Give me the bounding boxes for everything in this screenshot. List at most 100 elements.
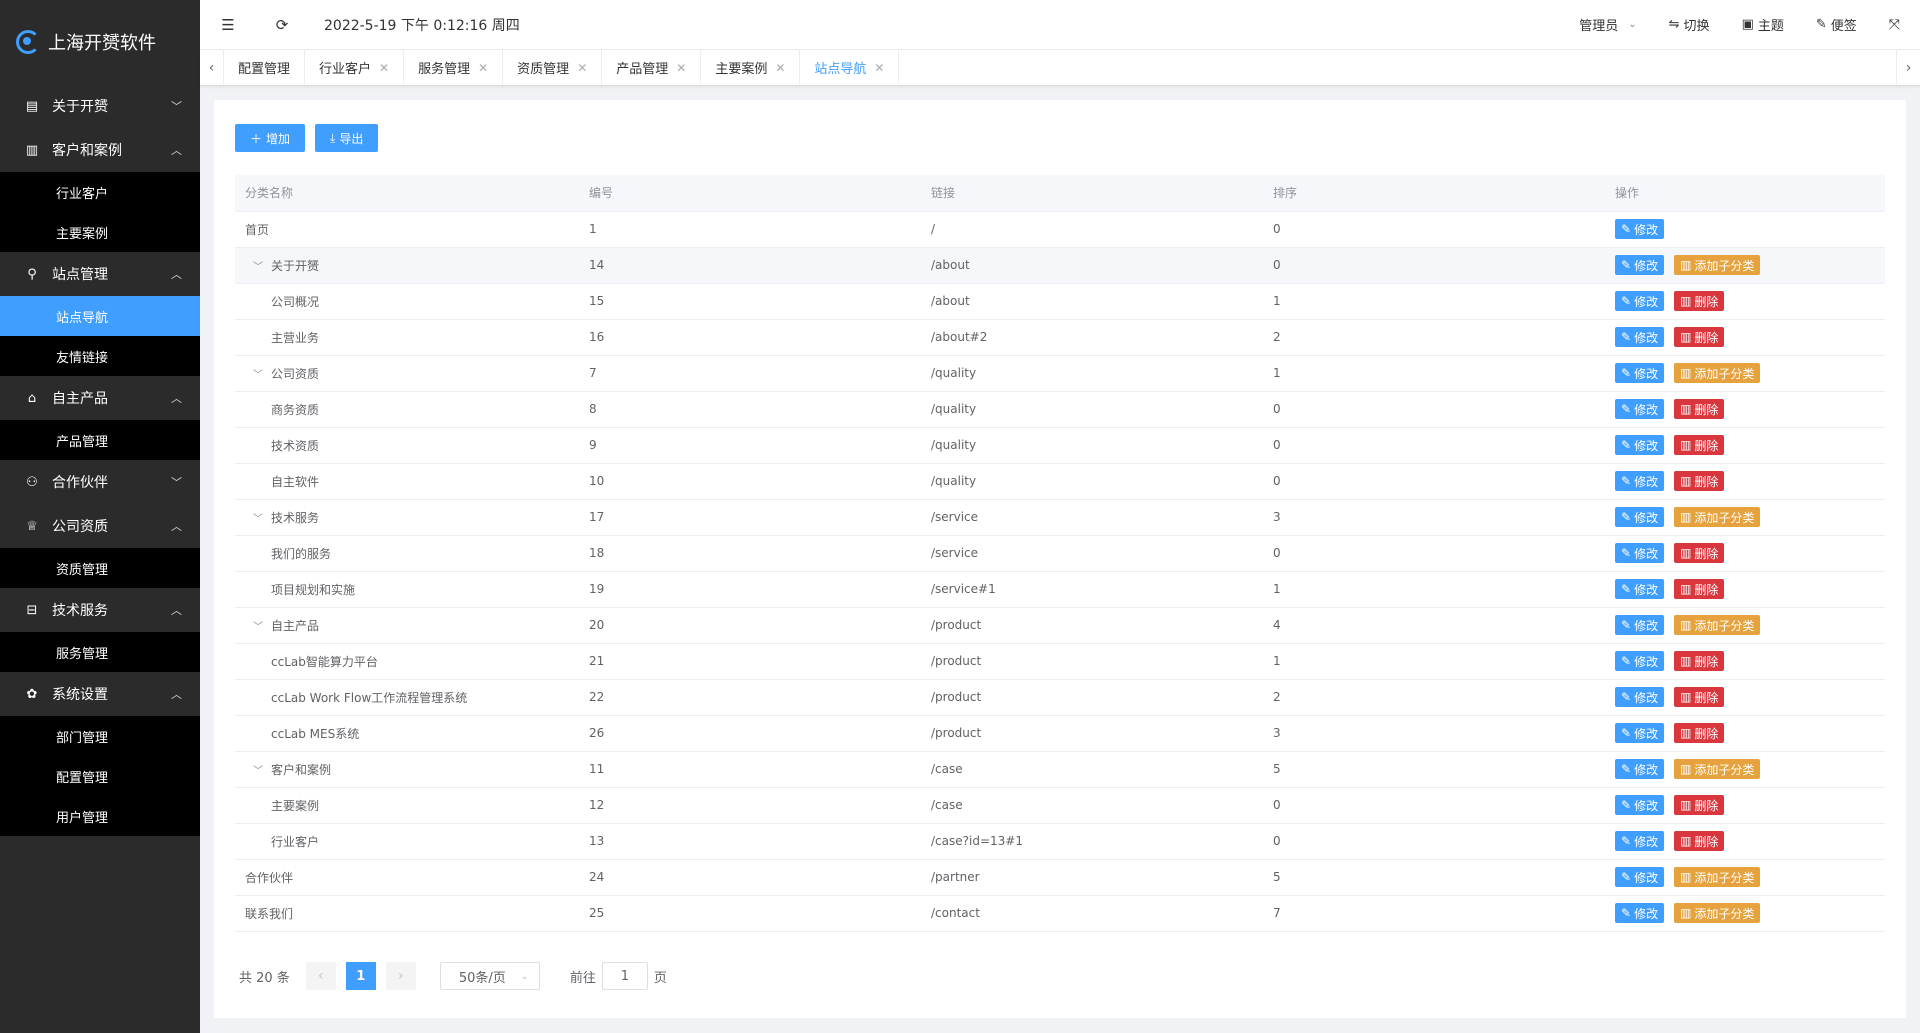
edit-button[interactable]: ✎ 修改	[1615, 507, 1665, 527]
delete-button[interactable]: ▥ 删除	[1674, 471, 1725, 491]
user-dropdown[interactable]: 管理员 ⌄	[1579, 15, 1636, 34]
page-size-select[interactable]: 50条/页 ⌄	[439, 962, 540, 990]
sidebar-item[interactable]: 服务管理	[0, 632, 200, 672]
edit-button[interactable]: ✎ 修改	[1615, 327, 1665, 347]
edit-button[interactable]: ✎ 修改	[1615, 867, 1665, 887]
brand-logo[interactable]: 上海开赟软件	[0, 0, 200, 84]
sidebar-group-7[interactable]: ✿ 系统设置 ︿	[0, 672, 200, 716]
sidebar-group-3[interactable]: ⌂ 自主产品 ︿	[0, 376, 200, 420]
edit-button[interactable]: ✎ 修改	[1615, 723, 1665, 743]
add-child-button[interactable]: ▥ 添加子分类	[1674, 363, 1761, 383]
edit-button[interactable]: ✎ 修改	[1615, 651, 1665, 671]
delete-button[interactable]: ▥ 删除	[1674, 399, 1725, 419]
export-button[interactable]: ⤓ 导出	[315, 124, 379, 152]
edit-button[interactable]: ✎ 修改	[1615, 687, 1665, 707]
tab[interactable]: 主要案例 ✕	[701, 50, 801, 85]
edit-button[interactable]: ✎ 修改	[1615, 831, 1665, 851]
delete-button[interactable]: ▥ 删除	[1674, 651, 1725, 671]
chevron-down-icon[interactable]: ﹀	[253, 762, 267, 777]
table-row: 合作伙伴 24/partner 5 ✎ 修改 ▥ 添加子分类	[235, 859, 1885, 896]
chevron-down-icon[interactable]: ﹀	[253, 510, 267, 525]
sidebar-item[interactable]: 部门管理	[0, 716, 200, 756]
sidebar-group-label: 技术服务	[52, 603, 108, 619]
tab[interactable]: 站点导航 ✕	[800, 50, 900, 85]
close-icon[interactable]: ✕	[577, 61, 587, 75]
delete-button[interactable]: ▥ 删除	[1674, 435, 1725, 455]
cell-actions: ✎ 修改 ▥ 删除	[1605, 823, 1885, 860]
menu-toggle-icon[interactable]: ☰	[216, 16, 240, 34]
edit-button[interactable]: ✎ 修改	[1615, 363, 1665, 383]
edit-button[interactable]: ✎ 修改	[1615, 543, 1665, 563]
goto-page-input[interactable]	[601, 962, 648, 990]
sidebar-group-0[interactable]: ▤ 关于开赟 ﹀	[0, 84, 200, 128]
edit-button[interactable]: ✎ 修改	[1615, 903, 1665, 923]
next-page-icon[interactable]: ›	[385, 962, 416, 990]
edit-button[interactable]: ✎ 修改	[1615, 399, 1665, 419]
tab-scroll-left-icon[interactable]: ‹	[200, 50, 224, 85]
sidebar-group-1[interactable]: ▥ 客户和案例 ︿	[0, 128, 200, 172]
add-child-label: 添加子分类	[1694, 366, 1755, 381]
delete-button[interactable]: ▥ 删除	[1674, 687, 1725, 707]
add-button[interactable]: ＋ 增加	[235, 124, 306, 152]
tab[interactable]: 行业客户 ✕	[305, 50, 405, 85]
close-icon[interactable]: ✕	[676, 61, 686, 75]
edit-button[interactable]: ✎ 修改	[1615, 435, 1665, 455]
tab-scroll-right-icon[interactable]: ›	[1896, 50, 1920, 85]
sidebar-item[interactable]: 行业客户	[0, 172, 200, 212]
chevron-down-icon[interactable]: ﹀	[253, 618, 267, 633]
theme-button[interactable]: ▣ 主题	[1742, 15, 1784, 34]
delete-button[interactable]: ▥ 删除	[1674, 795, 1725, 815]
tab[interactable]: 产品管理 ✕	[602, 50, 702, 85]
tab[interactable]: 服务管理 ✕	[404, 50, 504, 85]
tab[interactable]: 资质管理 ✕	[503, 50, 603, 85]
edit-button[interactable]: ✎ 修改	[1615, 579, 1665, 599]
delete-button[interactable]: ▥ 删除	[1674, 327, 1725, 347]
sidebar-item[interactable]: 资质管理	[0, 548, 200, 588]
delete-button[interactable]: ▥ 删除	[1674, 723, 1725, 743]
delete-button[interactable]: ▥ 删除	[1674, 291, 1725, 311]
add-child-button[interactable]: ▥ 添加子分类	[1674, 759, 1761, 779]
sidebar-item[interactable]: 友情链接	[0, 336, 200, 376]
tab[interactable]: 配置管理	[224, 50, 306, 85]
prev-page-icon[interactable]: ‹	[305, 962, 336, 990]
edit-button[interactable]: ✎ 修改	[1615, 255, 1665, 275]
fullscreen-icon[interactable]: ⤧	[1889, 17, 1900, 33]
cell-sort: 0	[1263, 247, 1605, 284]
add-child-button[interactable]: ▥ 添加子分类	[1674, 903, 1761, 923]
trophy-icon: ♕	[26, 518, 38, 534]
add-child-button[interactable]: ▥ 添加子分类	[1674, 507, 1761, 527]
sidebar-group-5[interactable]: ♕ 公司资质 ︿	[0, 504, 200, 548]
page-number-current[interactable]: 1	[345, 962, 376, 990]
edit-button[interactable]: ✎ 修改	[1615, 615, 1665, 635]
add-child-button[interactable]: ▥ 添加子分类	[1674, 615, 1761, 635]
edit-button[interactable]: ✎ 修改	[1615, 219, 1665, 239]
delete-button[interactable]: ▥ 删除	[1674, 579, 1725, 599]
sidebar-group-2[interactable]: ⚲ 站点管理 ︿	[0, 252, 200, 296]
sidebar-item[interactable]: 产品管理	[0, 420, 200, 460]
delete-button[interactable]: ▥ 删除	[1674, 543, 1725, 563]
close-icon[interactable]: ✕	[478, 61, 488, 75]
cell-sort: 5	[1263, 751, 1605, 788]
sidebar-item[interactable]: 主要案例	[0, 212, 200, 252]
delete-button[interactable]: ▥ 删除	[1674, 831, 1725, 851]
cell-actions: ✎ 修改 ▥ 删除	[1605, 427, 1885, 464]
edit-button[interactable]: ✎ 修改	[1615, 759, 1665, 779]
refresh-icon[interactable]: ⟳	[270, 16, 294, 34]
sidebar-item[interactable]: 站点导航	[0, 296, 200, 336]
sidebar-group-6[interactable]: ⊟ 技术服务 ︿	[0, 588, 200, 632]
notes-button[interactable]: ✎ 便签	[1816, 15, 1857, 34]
close-icon[interactable]: ✕	[874, 61, 884, 75]
switch-button[interactable]: ⇋ 切换	[1669, 15, 1710, 34]
edit-button[interactable]: ✎ 修改	[1615, 471, 1665, 491]
chevron-down-icon[interactable]: ﹀	[253, 258, 267, 273]
add-child-button[interactable]: ▥ 添加子分类	[1674, 255, 1761, 275]
close-icon[interactable]: ✕	[775, 61, 785, 75]
sidebar-item[interactable]: 用户管理	[0, 796, 200, 836]
chevron-down-icon[interactable]: ﹀	[253, 366, 267, 381]
sidebar-item[interactable]: 配置管理	[0, 756, 200, 796]
sidebar-group-4[interactable]: ⚇ 合作伙伴 ﹀	[0, 460, 200, 504]
close-icon[interactable]: ✕	[379, 61, 389, 75]
edit-button[interactable]: ✎ 修改	[1615, 795, 1665, 815]
add-child-button[interactable]: ▥ 添加子分类	[1674, 867, 1761, 887]
edit-button[interactable]: ✎ 修改	[1615, 291, 1665, 311]
